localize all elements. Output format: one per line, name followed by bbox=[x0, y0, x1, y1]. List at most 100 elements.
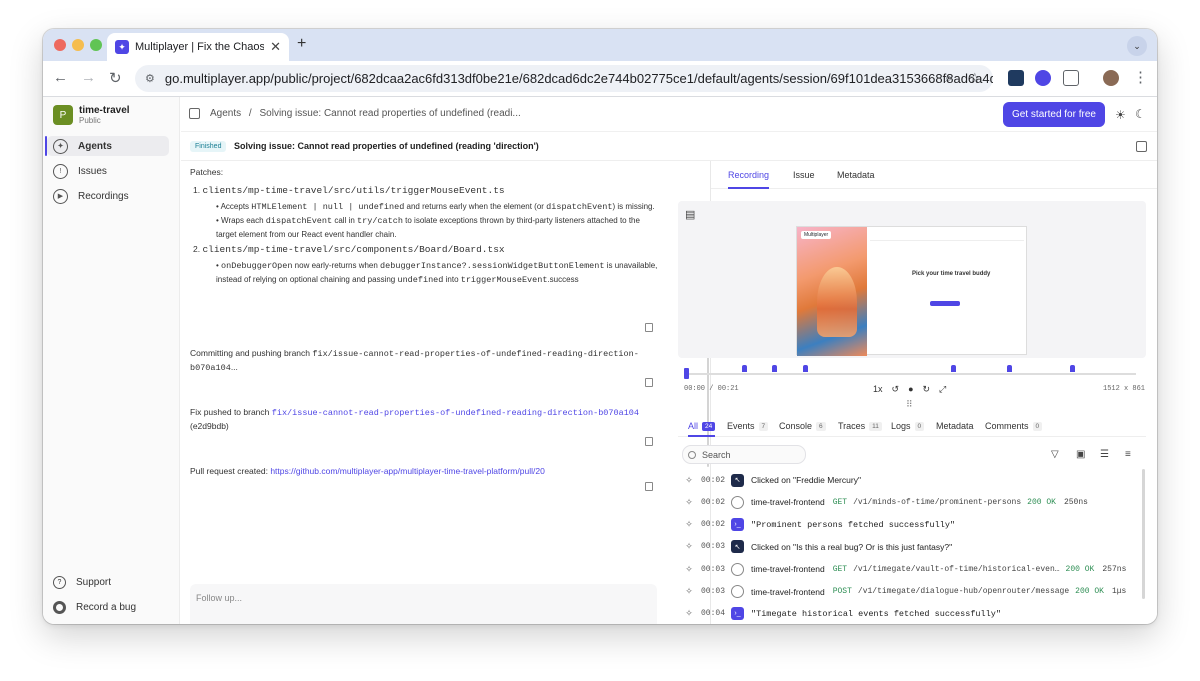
copy-icon[interactable] bbox=[643, 435, 653, 446]
http-status: 200 OK bbox=[1027, 497, 1056, 507]
top-bar: Agents / Solving issue: Cannot read prop… bbox=[181, 97, 1157, 131]
forward-icon[interactable]: → bbox=[81, 69, 96, 86]
event-tab-console[interactable]: Console 6 bbox=[779, 421, 826, 431]
attach-icon[interactable]: ⎘ bbox=[195, 622, 202, 624]
breadcrumb-current: Solving issue: Cannot read properties of… bbox=[259, 108, 521, 119]
zoom-icon[interactable]: ⌕ bbox=[945, 70, 952, 86]
ai-sparkle-icon[interactable]: ✧ bbox=[682, 497, 696, 508]
tab-issue[interactable]: Issue bbox=[793, 170, 815, 180]
address-bar[interactable]: ⚙ go.multiplayer.app/public/project/682d… bbox=[135, 65, 993, 92]
sidebar-item-support[interactable]: ? Support bbox=[47, 572, 169, 592]
browser-menu-icon[interactable]: ⋮ bbox=[1133, 68, 1148, 86]
event-tab-traces[interactable]: Traces 11 bbox=[838, 421, 882, 431]
ai-sparkle-icon[interactable]: ✧ bbox=[682, 586, 696, 597]
recording-preview[interactable]: Multiplayer Pick your time travel buddy bbox=[796, 226, 1027, 356]
event-row[interactable]: ✧ 00:04 ›_ "Timegate historical events fetc… bbox=[678, 603, 1146, 624]
event-tab-label: Metadata bbox=[936, 421, 974, 431]
timeline-track[interactable] bbox=[684, 365, 1136, 379]
events-search[interactable]: Search bbox=[682, 445, 806, 464]
event-tab-comments[interactable]: Comments 0 bbox=[985, 421, 1043, 431]
timeline-event-marker[interactable] bbox=[772, 365, 778, 372]
event-row[interactable]: ✧ 00:03 time-travel-frontend GET/v1/timegat… bbox=[678, 558, 1146, 580]
tab-recording[interactable]: Recording bbox=[728, 170, 770, 189]
project-switcher[interactable]: P time-travel Public bbox=[53, 105, 130, 125]
reload-icon[interactable]: ↻ bbox=[109, 69, 122, 87]
filter-icon[interactable]: ▽ bbox=[1051, 449, 1059, 460]
follow-up-composer[interactable]: Follow up... ⎘ ⌗ ↑ bbox=[190, 584, 657, 624]
sidebar-item-issues[interactable]: ! Issues bbox=[47, 161, 169, 181]
event-row[interactable]: ✧ 00:03 ↖ Clicked on "Is this a real bug? O… bbox=[678, 536, 1146, 558]
profile-avatar[interactable] bbox=[1103, 70, 1119, 86]
playhead[interactable] bbox=[684, 368, 689, 379]
extension-icon[interactable] bbox=[1008, 70, 1024, 86]
ai-sparkle-icon[interactable]: ✧ bbox=[682, 475, 696, 486]
light-mode-icon[interactable]: ☀ bbox=[1115, 108, 1126, 122]
timeline-event-marker[interactable] bbox=[951, 365, 957, 372]
total-time: 00:21 bbox=[717, 385, 739, 393]
event-row[interactable]: ✧ 00:02 time-travel-frontend GET/v1/minds-o… bbox=[678, 491, 1146, 513]
tab-strip: ✦ Multiplayer | Fix the Chaos of ✕ + ⌄ bbox=[43, 29, 1157, 61]
tab-metadata[interactable]: Metadata bbox=[837, 170, 875, 180]
sidebar-item-agents[interactable]: ✦ Agents bbox=[47, 136, 169, 156]
tab-search-icon[interactable]: ⌄ bbox=[1127, 36, 1147, 56]
branch-link[interactable]: fix/issue-cannot-read-properties-of-unde… bbox=[272, 408, 639, 418]
close-tab-icon[interactable]: ✕ bbox=[270, 39, 281, 55]
event-tab-events[interactable]: Events 7 bbox=[727, 421, 769, 431]
breadcrumb-agents[interactable]: Agents bbox=[210, 108, 241, 119]
event-tab-logs[interactable]: Logs 0 bbox=[891, 421, 925, 431]
browser-tab[interactable]: ✦ Multiplayer | Fix the Chaos of ✕ bbox=[107, 33, 289, 61]
get-started-button[interactable]: Get started for free bbox=[1003, 102, 1105, 127]
sidebar-item-label: Record a bug bbox=[76, 601, 137, 613]
new-tab-icon[interactable]: + bbox=[297, 35, 306, 53]
sidebar-item-recordings[interactable]: ▶ Recordings bbox=[47, 186, 169, 206]
extensions-puzzle-icon[interactable] bbox=[1063, 70, 1079, 86]
ai-sparkle-icon[interactable]: ✧ bbox=[682, 608, 696, 619]
close-window-icon[interactable] bbox=[54, 39, 66, 51]
play-button-icon[interactable]: ● bbox=[908, 384, 913, 395]
settings-list-icon[interactable]: ≡ bbox=[1125, 449, 1131, 460]
pr-link[interactable]: https://github.com/multiplayer-app/multi… bbox=[270, 466, 544, 476]
current-time: 00:00 bbox=[684, 385, 706, 393]
timeline-event-marker[interactable] bbox=[1007, 365, 1013, 372]
resize-handle-icon[interactable]: ⠿ bbox=[906, 399, 914, 410]
event-row[interactable]: ✧ 00:02 ›_ "Prominent persons fetched succe… bbox=[678, 514, 1146, 536]
copy-icon[interactable] bbox=[643, 376, 653, 387]
screenshot-icon[interactable]: ⌗ bbox=[215, 622, 220, 624]
event-row[interactable]: ✧ 00:02 ↖ Clicked on "Freddie Mercury" bbox=[678, 469, 1146, 491]
dark-mode-icon[interactable]: ☾ bbox=[1135, 107, 1146, 121]
notes-icon[interactable]: ▤ bbox=[685, 208, 695, 221]
event-row[interactable]: ✧ 00:03 time-travel-frontend POST/v1/timega… bbox=[678, 581, 1146, 603]
sort-icon[interactable]: ☰ bbox=[1100, 449, 1109, 460]
ai-sparkle-icon[interactable]: ✧ bbox=[682, 541, 696, 552]
minimize-window-icon[interactable] bbox=[72, 39, 84, 51]
ai-sparkle-icon[interactable]: ✧ bbox=[682, 519, 696, 530]
timeline-event-marker[interactable] bbox=[742, 365, 748, 372]
sidebar-item-record-bug[interactable]: Record a bug bbox=[47, 597, 169, 617]
toggle-panel-icon[interactable] bbox=[1136, 141, 1147, 152]
maximize-window-icon[interactable] bbox=[90, 39, 102, 51]
text: Fix pushed to branch bbox=[190, 407, 272, 417]
multiplayer-extension-icon[interactable] bbox=[1035, 70, 1051, 86]
event-tab-all[interactable]: All 24 bbox=[688, 421, 716, 437]
collapse-sidebar-icon[interactable] bbox=[189, 108, 200, 119]
event-tab-metadata[interactable]: Metadata bbox=[936, 421, 974, 431]
rewind-icon[interactable]: ↺ bbox=[892, 384, 900, 395]
http-method: GET bbox=[832, 497, 848, 507]
fullscreen-icon[interactable]: ⤢ bbox=[939, 384, 946, 395]
bookmark-star-icon[interactable]: ☆ bbox=[969, 70, 981, 86]
speed-button[interactable]: 1x bbox=[873, 384, 883, 395]
layout-icon[interactable]: ▣ bbox=[1076, 449, 1085, 460]
timeline-event-marker[interactable] bbox=[802, 365, 808, 372]
patch-file-path: clients/mp-time-travel/src/components/Bo… bbox=[202, 244, 505, 255]
follow-up-input[interactable]: Follow up... bbox=[196, 592, 242, 605]
site-info-icon[interactable]: ⚙ bbox=[145, 72, 155, 85]
copy-icon[interactable] bbox=[643, 480, 653, 491]
back-icon[interactable]: ← bbox=[53, 69, 68, 86]
copy-icon[interactable] bbox=[643, 321, 653, 332]
forward-icon[interactable]: ↻ bbox=[923, 384, 931, 395]
timeline-event-marker[interactable] bbox=[1069, 365, 1075, 372]
events-scrollbar[interactable] bbox=[1142, 469, 1145, 599]
patch-file-item: 1. clients/mp-time-travel/src/utils/trig… bbox=[193, 185, 505, 196]
event-text: "Timegate historical events fetched succ… bbox=[751, 608, 1001, 619]
ai-sparkle-icon[interactable]: ✧ bbox=[682, 564, 696, 575]
